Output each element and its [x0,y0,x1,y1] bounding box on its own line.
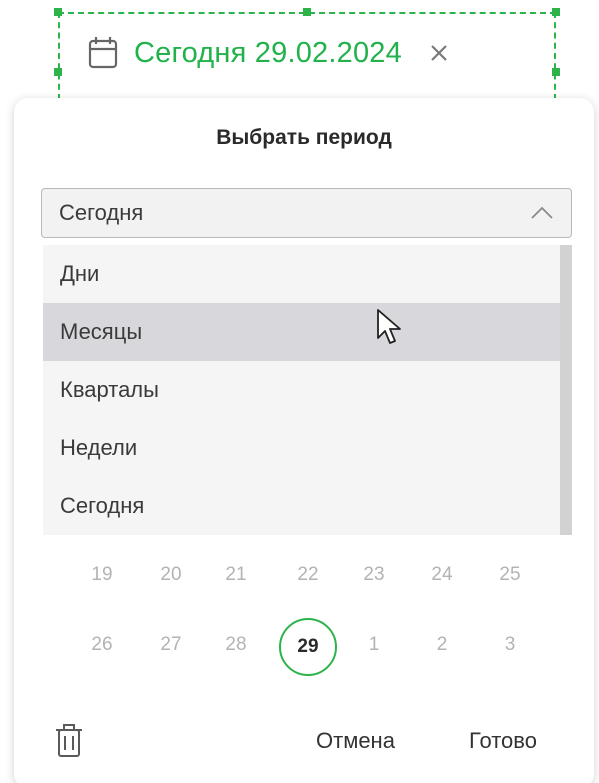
trash-icon[interactable] [54,722,84,758]
period-popup: Выбрать период Сегодня Дни Месяцы Кварта… [14,98,594,783]
calendar-day[interactable]: 25 [480,564,540,586]
calendar-icon [88,37,118,69]
calendar-day[interactable]: 1 [344,634,404,656]
calendar-day[interactable]: 24 [412,564,472,586]
period-select-value: Сегодня [59,200,144,225]
calendar-day-selected[interactable]: 29 [279,618,337,676]
popup-title: Выбрать период [216,126,392,149]
resize-handle-top-left[interactable] [54,8,62,16]
calendar-day[interactable]: 21 [206,564,266,586]
selected-date-text: Сегодня 29.02.2024 [134,36,402,69]
resize-handle-middle-left[interactable] [54,68,62,76]
dropdown-item-months[interactable]: Месяцы [43,303,560,361]
calendar-day[interactable]: 28 [206,634,266,656]
cancel-button[interactable]: Отмена [316,728,395,754]
dropdown-item-today[interactable]: Сегодня [43,477,560,535]
dropdown-item-quarters[interactable]: Кварталы [43,361,560,419]
dropdown-item-weeks[interactable]: Недели [43,419,560,477]
calendar-day[interactable]: 19 [72,564,132,586]
mouse-cursor-icon [377,309,401,344]
resize-handle-top-right[interactable] [552,8,560,16]
calendar-day[interactable]: 23 [344,564,404,586]
calendar-day[interactable]: 20 [141,564,201,586]
calendar-day[interactable]: 27 [141,634,201,656]
resize-handle-top-middle[interactable] [303,8,311,16]
close-icon[interactable] [428,42,450,64]
calendar-day[interactable]: 3 [480,634,540,656]
date-period-picker: Сегодня 29.02.2024 Выбрать период Сегодн… [0,0,599,783]
calendar-week-row: 19 20 21 22 23 24 25 [14,552,594,602]
calendar-day[interactable]: 2 [412,634,472,656]
date-chip[interactable]: Сегодня 29.02.2024 [84,30,450,76]
done-button[interactable]: Готово [469,728,537,754]
calendar-week-row: 26 27 28 29 1 2 3 [14,618,594,676]
dropdown-scrollbar[interactable] [560,245,572,535]
calendar-day[interactable]: 22 [278,564,338,586]
resize-handle-middle-right[interactable] [552,68,560,76]
period-select[interactable]: Сегодня [41,188,572,238]
dropdown-item-days[interactable]: Дни [43,245,560,303]
calendar-day[interactable]: 26 [72,634,132,656]
chevron-up-icon [531,206,553,219]
period-dropdown-list: Дни Месяцы Кварталы Недели Сегодня [43,245,560,535]
